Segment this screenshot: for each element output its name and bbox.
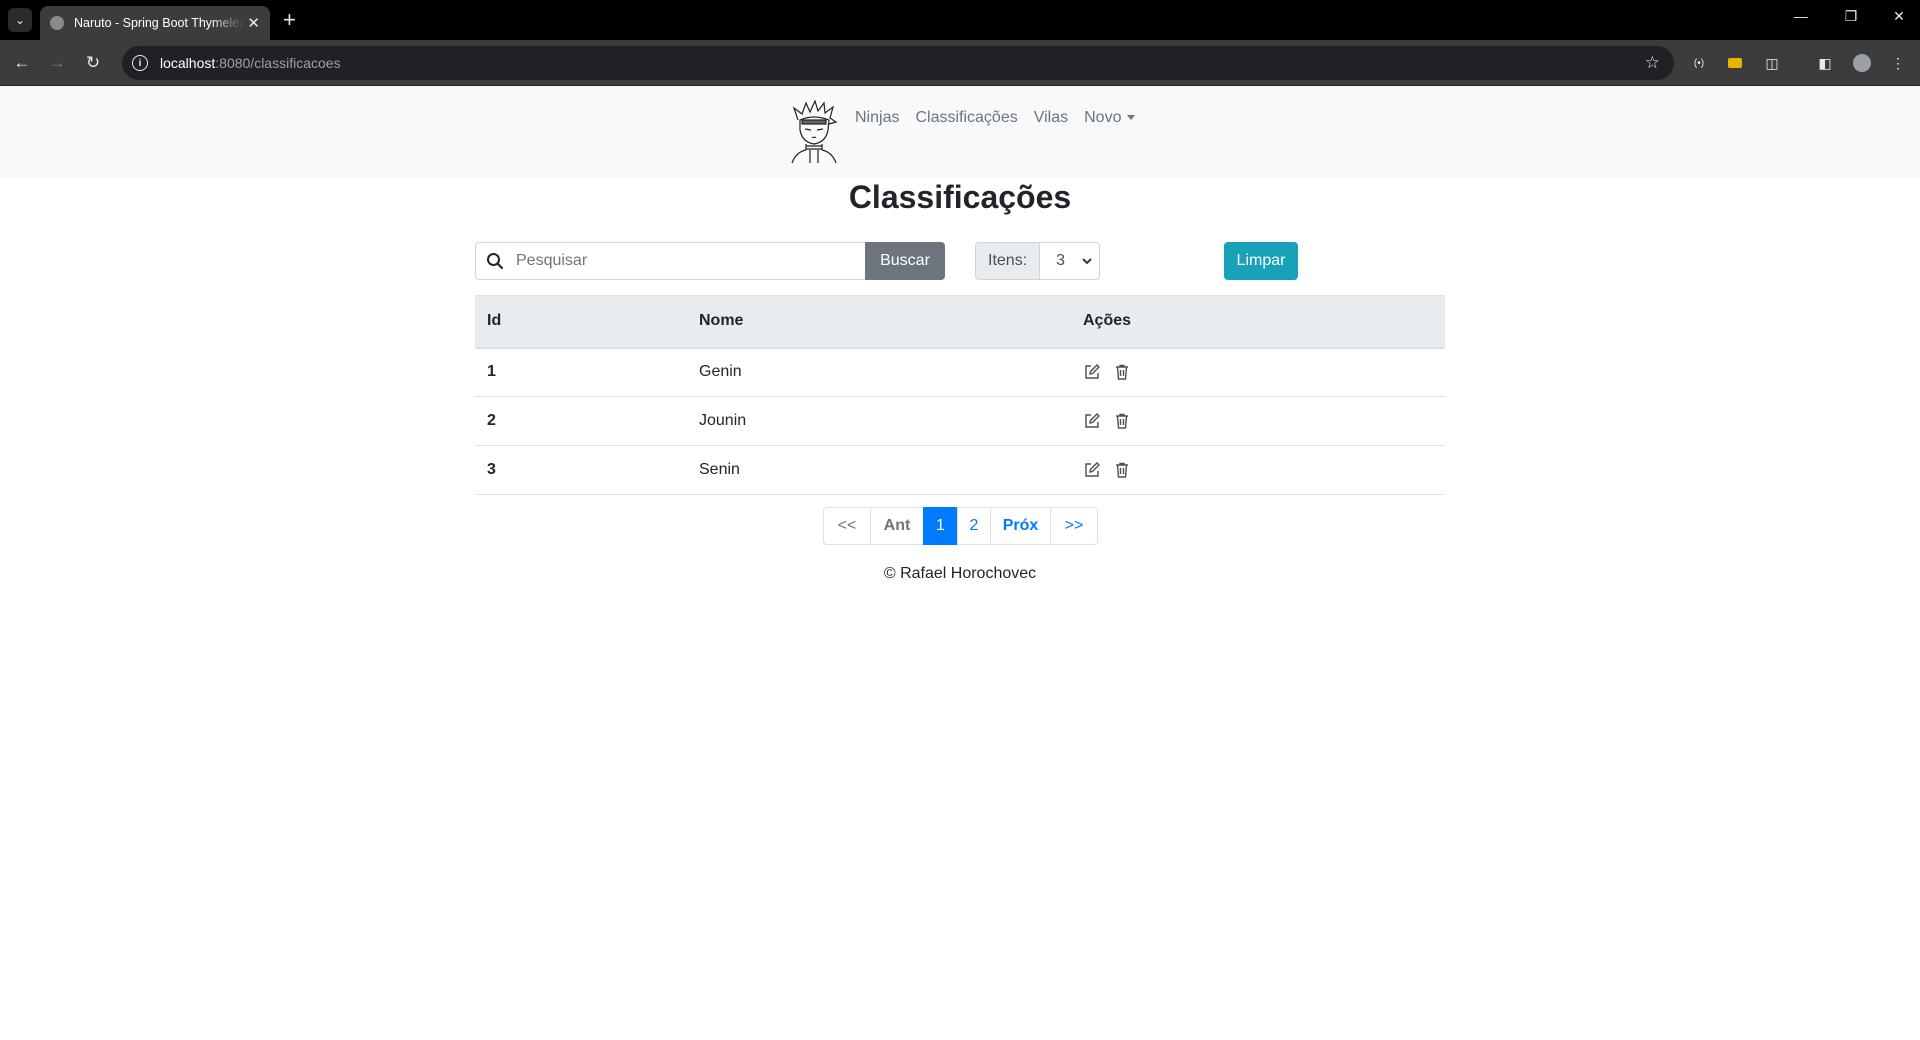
page-number-2[interactable]: 2 bbox=[957, 507, 991, 545]
search-icon bbox=[487, 253, 504, 270]
browser-tab-bar: ⌄ Naruto - Spring Boot Thymeleaf ✕ + — ❐… bbox=[0, 0, 1920, 40]
table-header-row: Id Nome Ações bbox=[475, 295, 1445, 349]
items-per-page-label: Itens: bbox=[975, 242, 1041, 280]
table-row: 3 Senin bbox=[475, 445, 1445, 495]
naruto-logo-icon[interactable] bbox=[788, 100, 840, 164]
restore-icon[interactable]: ❐ bbox=[1836, 8, 1866, 25]
menu-kebab-icon[interactable]: ⋮ bbox=[1888, 53, 1908, 73]
page-last[interactable]: >> bbox=[1050, 507, 1098, 545]
new-tab-plus-icon[interactable]: + bbox=[283, 6, 296, 34]
items-per-page-select[interactable]: 3 bbox=[1040, 242, 1101, 280]
column-header-nome: Nome bbox=[687, 295, 1071, 349]
column-header-id: Id bbox=[475, 295, 687, 349]
extension-icon[interactable]: (•) bbox=[1689, 53, 1709, 73]
nav-item-novo-dropdown[interactable]: Novo bbox=[1084, 106, 1136, 130]
address-bar[interactable]: i localhost:8080/classificacoes ☆ bbox=[122, 46, 1674, 80]
browser-tab[interactable]: Naruto - Spring Boot Thymeleaf ✕ bbox=[40, 6, 270, 40]
trash-icon[interactable] bbox=[1113, 461, 1131, 479]
page-prev[interactable]: Ant bbox=[870, 507, 924, 545]
nav-links: Ninjas Classificações Vilas Novo bbox=[855, 106, 1136, 130]
edit-icon[interactable] bbox=[1083, 412, 1101, 430]
nav-item-vilas[interactable]: Vilas bbox=[1034, 106, 1068, 130]
reload-icon[interactable]: ↻ bbox=[79, 49, 107, 77]
cell-actions bbox=[1071, 396, 1445, 446]
search-group: Buscar bbox=[475, 242, 945, 280]
cell-nome: Senin bbox=[687, 445, 1071, 495]
nav-item-classificacoes[interactable]: Classificações bbox=[915, 106, 1017, 130]
items-per-page-value: 3 bbox=[1056, 252, 1066, 269]
clear-button[interactable]: Limpar bbox=[1224, 242, 1298, 280]
profile-avatar-icon[interactable] bbox=[1852, 53, 1872, 73]
globe-icon bbox=[50, 16, 64, 30]
items-per-page-group: Itens: 3 bbox=[975, 242, 1101, 280]
table-row: 2 Jounin bbox=[475, 396, 1445, 446]
footer-copyright: © Rafael Horochovec bbox=[883, 565, 1037, 582]
extension-icon[interactable] bbox=[1725, 53, 1745, 73]
window-close-icon[interactable]: ✕ bbox=[1884, 8, 1914, 25]
cell-id: 3 bbox=[475, 445, 687, 495]
cell-nome: Jounin bbox=[687, 396, 1071, 446]
page-number-1[interactable]: 1 bbox=[923, 507, 958, 545]
pagination: << Ant 1 2 Próx >> bbox=[823, 507, 1098, 545]
cell-actions bbox=[1071, 347, 1445, 397]
trash-icon[interactable] bbox=[1113, 363, 1131, 381]
forward-arrow-icon[interactable]: → bbox=[43, 49, 71, 77]
caret-down-icon bbox=[1127, 115, 1136, 121]
nav-item-novo-label: Novo bbox=[1084, 109, 1122, 126]
site-info-icon[interactable]: i bbox=[132, 55, 148, 71]
search-input[interactable] bbox=[516, 252, 856, 270]
search-field bbox=[475, 242, 865, 280]
tab-title: Naruto - Spring Boot Thymeleaf bbox=[74, 16, 244, 30]
tab-list-chevron-icon[interactable]: ⌄ bbox=[8, 8, 32, 32]
cell-nome: Genin bbox=[687, 347, 1071, 397]
cell-actions bbox=[1071, 445, 1445, 495]
page-title: Classificações bbox=[848, 179, 1072, 215]
cell-id: 1 bbox=[475, 347, 687, 397]
trash-icon[interactable] bbox=[1113, 412, 1131, 430]
column-header-acoes: Ações bbox=[1071, 295, 1445, 349]
page: Ninjas Classificações Vilas Novo Classif… bbox=[0, 86, 1920, 1040]
classifications-table: Id Nome Ações 1 Genin 2 Jounin 3 Senin bbox=[475, 295, 1445, 495]
nav-item-ninjas[interactable]: Ninjas bbox=[855, 106, 899, 130]
extensions-puzzle-icon[interactable]: ◫ bbox=[1762, 53, 1782, 73]
page-first[interactable]: << bbox=[823, 507, 871, 545]
url-host: localhost bbox=[160, 55, 216, 71]
url-path: :8080/classificacoes bbox=[215, 55, 341, 71]
navbar: Ninjas Classificações Vilas Novo bbox=[0, 86, 1920, 178]
minimize-icon[interactable]: — bbox=[1786, 8, 1816, 24]
back-arrow-icon[interactable]: ← bbox=[8, 49, 36, 77]
page-next[interactable]: Próx bbox=[990, 507, 1051, 545]
browser-toolbar: ← → ↻ i localhost:8080/classificacoes ☆ … bbox=[0, 40, 1920, 86]
edit-icon[interactable] bbox=[1083, 363, 1101, 381]
chevron-down-icon bbox=[1082, 258, 1092, 265]
cell-id: 2 bbox=[475, 396, 687, 446]
side-panel-icon[interactable]: ◧ bbox=[1815, 53, 1835, 73]
bookmark-star-icon[interactable]: ☆ bbox=[1645, 53, 1660, 73]
edit-icon[interactable] bbox=[1083, 461, 1101, 479]
table-row: 1 Genin bbox=[475, 347, 1445, 397]
close-icon[interactable]: ✕ bbox=[247, 14, 260, 32]
search-button[interactable]: Buscar bbox=[865, 242, 945, 280]
